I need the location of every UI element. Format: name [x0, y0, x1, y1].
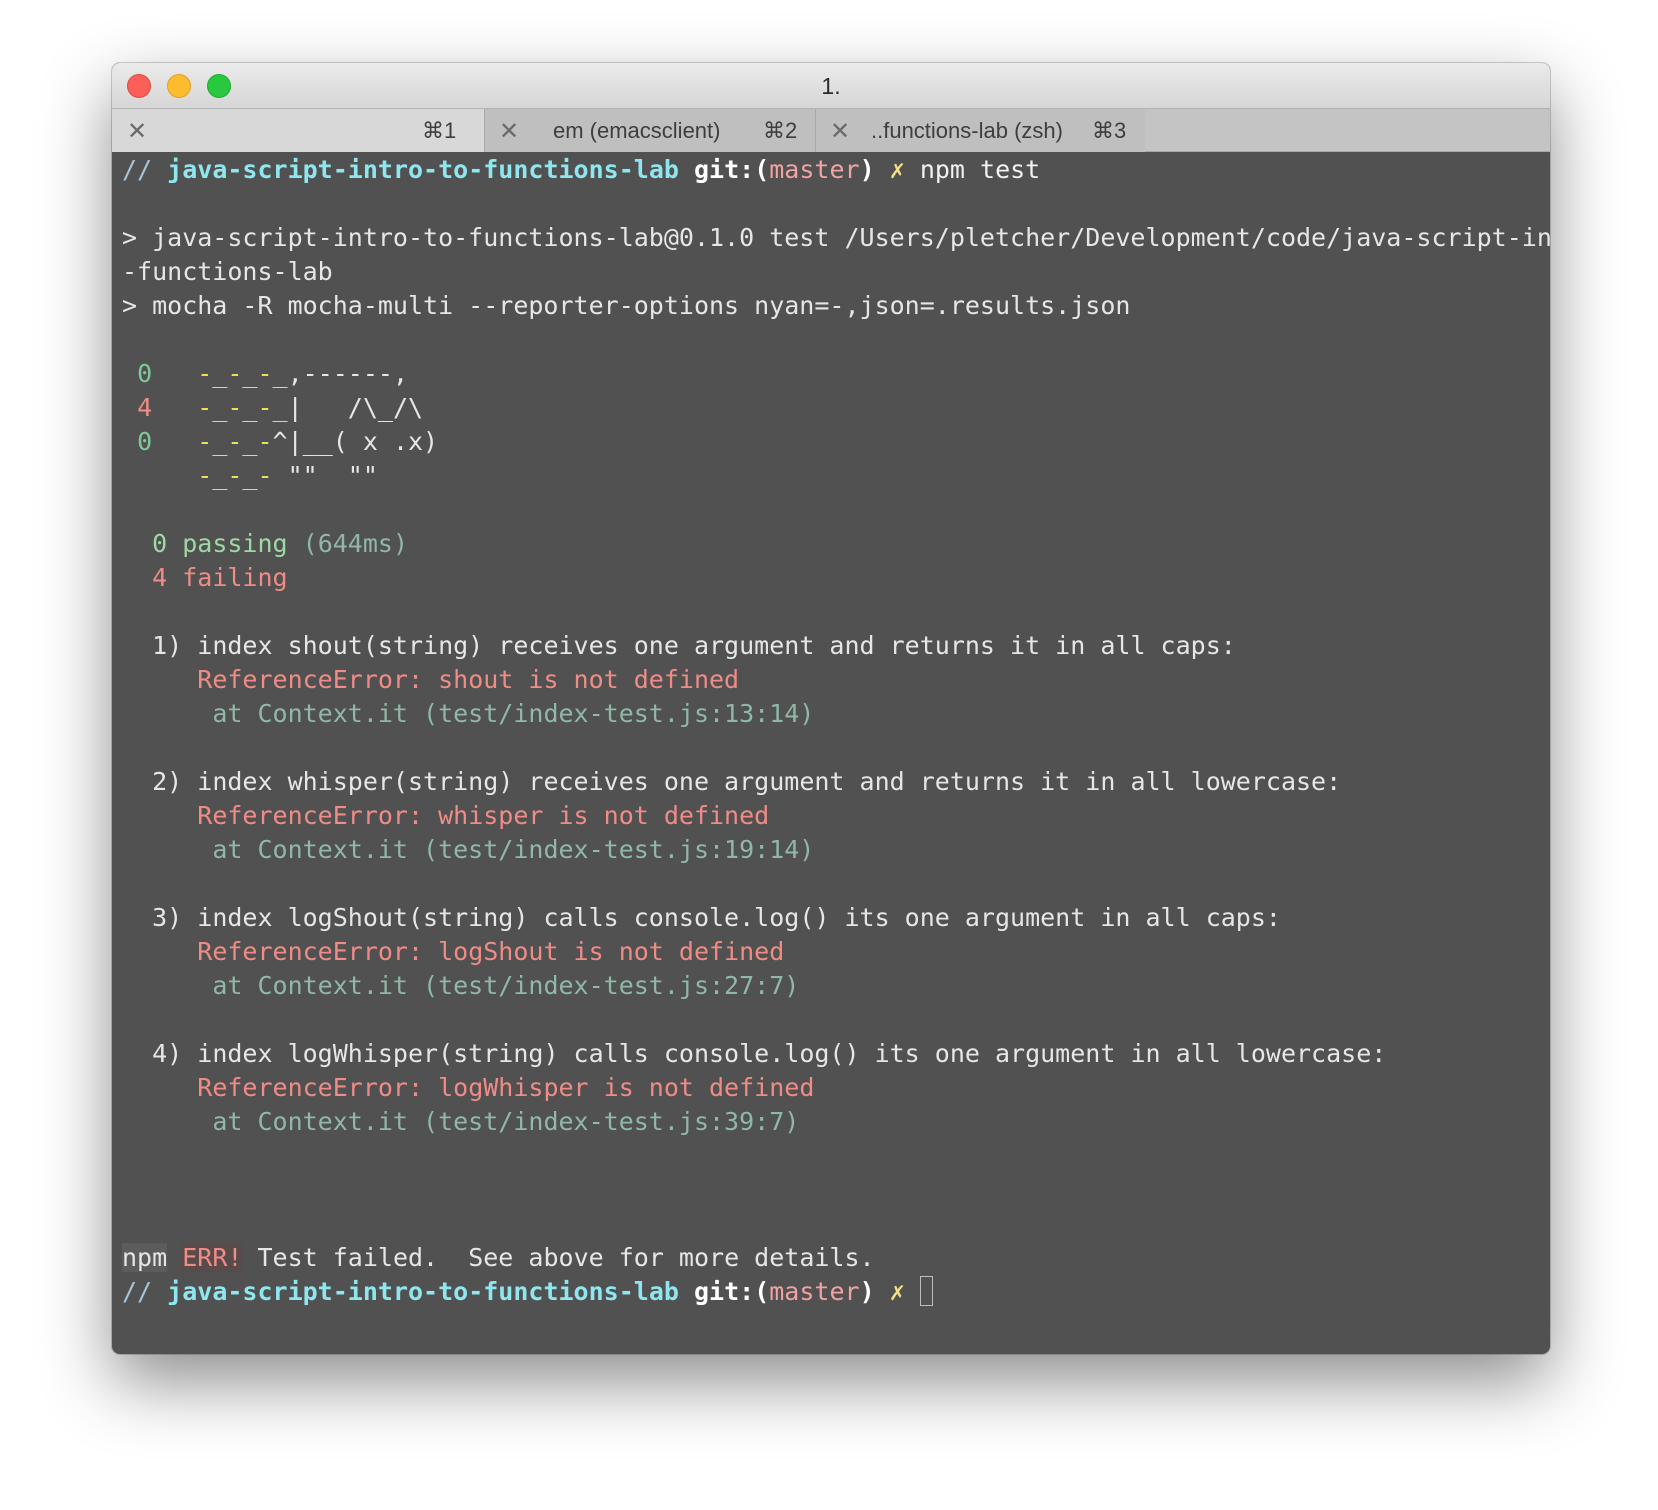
nyan-line: 0 -_-_-^|__( x .x) — [122, 425, 1542, 459]
summary-failing: 4 failing — [122, 561, 1542, 595]
nyan-cat: ,------, — [287, 359, 409, 388]
summary-passing: 0 passing (644ms) — [122, 527, 1542, 561]
npm-header-line: > mocha -R mocha-multi --reporter-option… — [122, 291, 1131, 320]
failure-title: 3) index logShout(string) calls console.… — [152, 903, 1281, 932]
nyan-line: 0 -_-_-_,------, — [122, 357, 1542, 391]
window-title: 1. — [821, 73, 841, 99]
npm-label: npm — [122, 1243, 168, 1272]
dirty-indicator: ✗ — [889, 1277, 905, 1306]
tab-close-icon[interactable]: ✕ — [127, 117, 147, 146]
tab-label: em (emacsclient) — [553, 118, 721, 143]
title-bar: 1. — [112, 63, 1550, 108]
prompt-prefix: // — [122, 1277, 153, 1306]
npm-header-line: > java-script-intro-to-functions-lab@0.1… — [122, 223, 1550, 252]
err-badge: ERR! — [182, 1243, 243, 1272]
failure-title: 1) index shout(string) receives one argu… — [152, 631, 1236, 660]
nyan-cat: ^|__( x .x) — [272, 427, 439, 456]
failure-title: 2) index whisper(string) receives one ar… — [152, 767, 1342, 796]
failure-location: at Context.it (test/index-test.js:13:14) — [212, 699, 815, 728]
failure-error: ReferenceError: logWhisper is not define… — [197, 1073, 815, 1102]
nyan-cat: | /\_/\ — [287, 393, 424, 422]
dirty-indicator: ✗ — [889, 155, 905, 184]
nyan-fail-count: 4 — [137, 393, 153, 422]
git-label: git:(master) — [693, 1277, 875, 1306]
tab-shortcut: ⌘3 — [1092, 118, 1127, 143]
prompt-directory: java-script-intro-to-functions-lab — [167, 1277, 679, 1306]
nyan-line: -_-_- "" "" — [122, 459, 1542, 493]
nyan-trail: -_-_-_ — [197, 393, 288, 422]
terminal-window: 1. ✕ ⌘1 ✕ em (emacsclient) ⌘2 ✕ ..functi… — [112, 63, 1550, 1354]
nyan-trail: -_-_- — [197, 427, 273, 456]
failure-location: at Context.it (test/index-test.js:27:7) — [212, 971, 800, 1000]
tab-shortcut: ⌘2 — [763, 118, 798, 143]
git-branch: master — [769, 155, 860, 184]
text-cursor[interactable] — [919, 1276, 933, 1306]
prompt-directory: java-script-intro-to-functions-lab — [167, 155, 679, 184]
nyan-pass-count: 0 — [137, 359, 153, 388]
nyan-line: 4 -_-_-_| /\_/\ — [122, 391, 1542, 425]
tab-2[interactable]: ✕ em (emacsclient) ⌘2 — [484, 109, 815, 152]
tab-shortcut: ⌘1 — [422, 118, 457, 143]
git-branch: master — [769, 1277, 860, 1306]
nyan-trail: -_-_- — [197, 461, 273, 490]
failure-location: at Context.it (test/index-test.js:39:7) — [212, 1107, 800, 1136]
prompt-line: // java-script-intro-to-functions-lab gi… — [122, 1275, 1542, 1309]
tab-close-icon[interactable]: ✕ — [830, 117, 850, 146]
terminal-output[interactable]: // java-script-intro-to-functions-lab gi… — [122, 153, 1550, 1354]
npm-error-message: Test failed. See above for more details. — [242, 1243, 875, 1272]
failing-count: 4 failing — [152, 563, 288, 592]
failure-location: at Context.it (test/index-test.js:19:14) — [212, 835, 815, 864]
tab-bar: ✕ ⌘1 ✕ em (emacsclient) ⌘2 ✕ ..functions… — [112, 108, 1550, 152]
npm-header-line: -functions-lab — [122, 257, 333, 286]
nyan-pending-count: 0 — [137, 427, 153, 456]
tab-3[interactable]: ✕ ..functions-lab (zsh) ⌘3 — [815, 109, 1145, 152]
command-text: npm test — [919, 155, 1041, 184]
test-duration: (644ms) — [302, 529, 408, 558]
tab-label: ..functions-lab (zsh) — [871, 118, 1063, 143]
failure-error: ReferenceError: whisper is not defined — [197, 801, 770, 830]
failure-title: 4) index logWhisper(string) calls consol… — [152, 1039, 1387, 1068]
tab-1[interactable]: ✕ ⌘1 — [112, 109, 484, 152]
prompt-prefix: // — [122, 155, 153, 184]
git-label: git:(master) — [693, 155, 875, 184]
npm-error-line: npm ERR! Test failed. See above for more… — [122, 1241, 1542, 1275]
failure-error: ReferenceError: shout is not defined — [197, 665, 740, 694]
nyan-cat: "" "" — [272, 461, 378, 490]
failure-error: ReferenceError: logShout is not defined — [197, 937, 785, 966]
nyan-trail: -_-_-_ — [197, 359, 288, 388]
tab-close-icon[interactable]: ✕ — [499, 117, 519, 146]
passing-count: 0 passing — [152, 529, 288, 558]
prompt-line: // java-script-intro-to-functions-lab gi… — [122, 153, 1542, 187]
